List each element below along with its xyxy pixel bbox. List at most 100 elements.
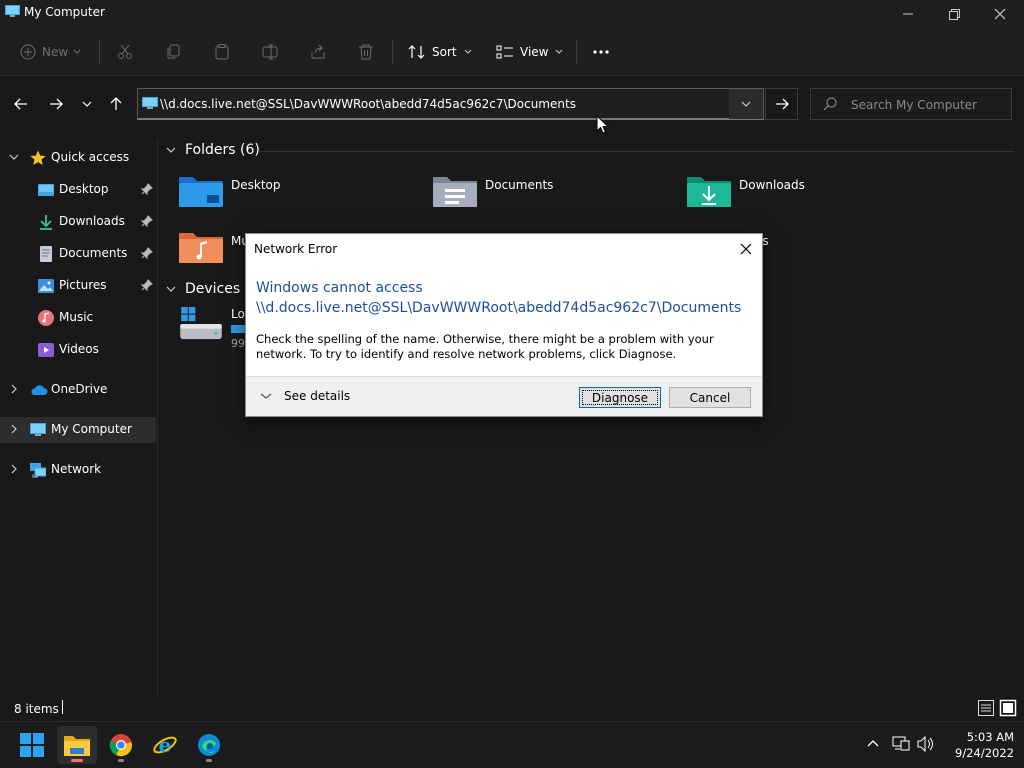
- volume-icon[interactable]: [917, 736, 935, 752]
- devices-group-header[interactable]: Devices a: [165, 281, 253, 297]
- drive-free-space: 99: [231, 337, 245, 350]
- video-icon: [38, 343, 54, 357]
- recent-locations-button[interactable]: [76, 93, 98, 115]
- item-count: 8 items: [14, 702, 59, 716]
- close-window-button[interactable]: [977, 0, 1023, 28]
- sidebar-item-onedrive[interactable]: OneDrive: [0, 377, 156, 403]
- paste-button[interactable]: [214, 38, 230, 66]
- cancel-button[interactable]: Cancel: [669, 387, 751, 408]
- restore-button[interactable]: [931, 0, 977, 28]
- sidebar-item-desktop[interactable]: Desktop: [0, 177, 156, 203]
- sidebar-item-my-computer[interactable]: My Computer: [0, 417, 156, 443]
- rename-icon: [262, 44, 278, 60]
- view-button[interactable]: View: [496, 38, 564, 66]
- sidebar-label: OneDrive: [51, 382, 108, 396]
- address-history-button[interactable]: [729, 89, 763, 119]
- more-options-button[interactable]: [592, 38, 610, 66]
- search-input[interactable]: [851, 96, 1006, 113]
- dialog-heading-line2: \\d.docs.live.net@SSL\DavWWWRoot\abedd74…: [256, 300, 742, 316]
- picture-icon: [38, 279, 54, 293]
- taskbar-internet-explorer[interactable]: e: [145, 726, 185, 764]
- music-folder-icon: [179, 233, 223, 263]
- cut-button[interactable]: [117, 38, 133, 66]
- network-status-icon[interactable]: [892, 736, 910, 752]
- folder-name: Desktop: [231, 178, 281, 192]
- command-bar: New Sort View: [0, 28, 1024, 76]
- back-button[interactable]: [10, 93, 32, 115]
- arrow-up-icon: [110, 97, 122, 110]
- taskbar-file-explorer[interactable]: [57, 726, 97, 764]
- trash-icon: [359, 44, 373, 60]
- share-icon: [311, 44, 325, 59]
- see-details-toggle[interactable]: See details: [260, 389, 350, 403]
- dialog-title: Network Error: [254, 242, 338, 256]
- copy-button[interactable]: [166, 38, 182, 66]
- arrow-right-icon: [775, 98, 789, 110]
- folder-downloads[interactable]: Downloads: [687, 173, 927, 217]
- computer-icon: [30, 423, 46, 436]
- pin-icon[interactable]: [141, 183, 153, 195]
- edge-icon: [198, 734, 220, 756]
- large-icons-view-icon[interactable]: [999, 699, 1017, 717]
- folder-desktop[interactable]: Desktop: [179, 173, 419, 217]
- diagnose-button[interactable]: Diagnose: [579, 387, 661, 408]
- share-button[interactable]: [310, 38, 326, 66]
- sidebar-item-network[interactable]: Network: [0, 457, 156, 483]
- view-list-icon: [496, 45, 513, 59]
- forward-button[interactable]: [45, 93, 67, 115]
- taskbar-chrome[interactable]: [101, 726, 141, 764]
- taskbar-edge[interactable]: [189, 726, 229, 764]
- chevron-down-icon: [166, 286, 176, 292]
- chevron-down-icon: [464, 49, 471, 54]
- delete-button[interactable]: [358, 38, 374, 66]
- chevron-down-icon: [260, 393, 272, 399]
- dialog-close-button[interactable]: [736, 239, 756, 259]
- sidebar-item-pictures[interactable]: Pictures: [0, 273, 156, 299]
- search-box[interactable]: [810, 88, 1012, 120]
- sidebar-item-videos[interactable]: Videos: [0, 337, 156, 363]
- arrow-right-icon: [50, 98, 63, 110]
- address-input[interactable]: [160, 95, 720, 113]
- close-icon: [994, 8, 1006, 20]
- devices-header-label: Devices a: [185, 281, 254, 297]
- download-icon: [40, 215, 52, 230]
- taskbar-clock[interactable]: 5:03 AM 9/24/2022: [944, 729, 1014, 761]
- rename-button[interactable]: [262, 38, 278, 66]
- address-bar[interactable]: [137, 88, 764, 120]
- sidebar-label: Videos: [59, 342, 99, 356]
- sidebar-label: Desktop: [59, 182, 109, 196]
- sidebar-item-documents[interactable]: Documents: [0, 241, 156, 267]
- start-button[interactable]: [12, 726, 52, 764]
- sidebar-label: Pictures: [59, 278, 107, 292]
- sidebar-label: My Computer: [51, 422, 132, 436]
- chevron-right-icon: [11, 384, 17, 394]
- up-button[interactable]: [105, 93, 127, 115]
- sidebar-item-quick-access[interactable]: Quick access: [0, 145, 156, 171]
- pin-icon[interactable]: [141, 279, 153, 291]
- go-button[interactable]: [765, 88, 798, 120]
- desktop-folder-icon: [179, 177, 223, 207]
- desktop-icon: [38, 184, 54, 196]
- new-button[interactable]: New: [20, 38, 82, 66]
- sort-button[interactable]: Sort: [408, 38, 473, 66]
- sort-label: Sort: [432, 45, 457, 59]
- clock-time: 5:03 AM: [966, 730, 1014, 744]
- sort-icon: [408, 45, 425, 59]
- details-view-icon[interactable]: [977, 699, 995, 717]
- folder-documents[interactable]: Documents: [433, 173, 673, 217]
- window-title: My Computer: [24, 5, 105, 19]
- chevron-down-icon: [741, 101, 751, 107]
- folder-name: Documents: [485, 178, 554, 192]
- pin-icon[interactable]: [141, 247, 153, 259]
- minimize-button[interactable]: [885, 0, 931, 28]
- folders-group-header[interactable]: Folders (6): [165, 142, 260, 158]
- pin-icon[interactable]: [141, 215, 153, 227]
- clipboard-icon: [215, 44, 229, 60]
- sidebar-label: Quick access: [51, 150, 130, 164]
- navigation-pane: Quick access Desktop Downloads Documents…: [0, 140, 158, 695]
- sidebar-item-downloads[interactable]: Downloads: [0, 209, 156, 235]
- show-hidden-icons-chevron-up-icon[interactable]: [866, 736, 880, 750]
- sidebar-label: Network: [51, 462, 102, 476]
- svg-text:e: e: [159, 733, 172, 757]
- sidebar-item-music[interactable]: Music: [0, 305, 156, 331]
